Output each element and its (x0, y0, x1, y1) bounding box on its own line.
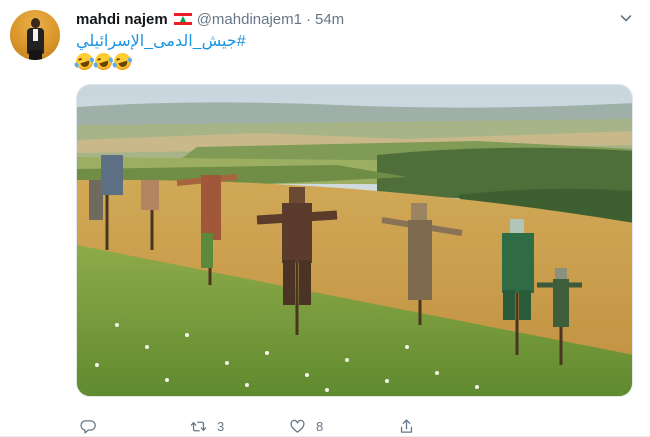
retweet-icon (190, 421, 207, 431)
emoji-row (73, 50, 134, 73)
separator-dot: · (305, 10, 311, 28)
retweet-button[interactable]: 3 (190, 418, 224, 435)
chevron-down-icon[interactable] (618, 10, 634, 26)
like-count: 8 (316, 418, 324, 434)
retweet-count: 3 (217, 418, 225, 434)
like-icon (290, 419, 305, 433)
lebanon-flag-icon (173, 13, 192, 25)
rolling-on-floor-laughing-emoji (73, 50, 96, 73)
scarecrows-field-photo (77, 85, 632, 396)
display-name[interactable]: mahdi najem (76, 11, 168, 28)
share-icon (400, 418, 413, 433)
like-button[interactable]: 8 (289, 418, 323, 435)
hashtag-link[interactable]: #جيش_الدمى_الإسرائيلي (76, 31, 246, 51)
tweet-photo[interactable] (76, 84, 633, 397)
share-button[interactable] (398, 418, 415, 435)
avatar-figure (31, 18, 40, 28)
tweet-actions: 3 8 (76, 416, 496, 436)
tweet-card[interactable]: mahdi najem @mahdinajem1 · 54m #جيش_الدم… (0, 0, 650, 437)
tweet-header: mahdi najem @mahdinajem1 · 54m (76, 9, 344, 29)
user-handle[interactable]: @mahdinajem1 (197, 11, 302, 28)
timestamp[interactable]: 54m (315, 11, 344, 28)
rolling-on-floor-laughing-emoji (111, 50, 134, 73)
reply-icon (80, 419, 96, 434)
reply-button[interactable] (80, 418, 97, 435)
avatar[interactable] (10, 10, 60, 60)
rolling-on-floor-laughing-emoji (92, 50, 115, 73)
